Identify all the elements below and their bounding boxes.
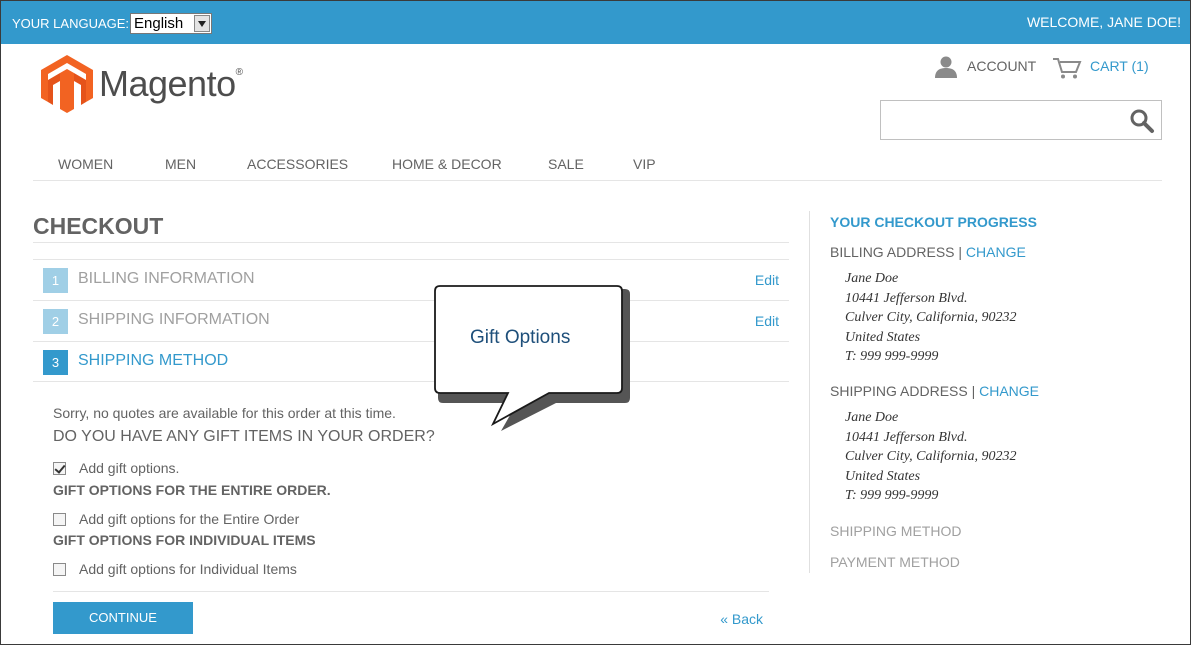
- account-link[interactable]: ACCOUNT: [934, 56, 1036, 80]
- individual-items-heading: GIFT OPTIONS FOR INDIVIDUAL ITEMS: [53, 532, 316, 548]
- language-label: YOUR LANGUAGE:: [12, 16, 130, 31]
- logo-wordmark: Magento: [99, 63, 236, 104]
- cart-icon: [1053, 58, 1082, 79]
- logo-text: Magento®: [99, 63, 243, 105]
- shipping-address-label: SHIPPING ADDRESS: [830, 383, 968, 399]
- address-line: Culver City, California, 90232: [845, 310, 1017, 326]
- step-title: SHIPPING INFORMATION: [78, 311, 270, 328]
- edit-billing-link[interactable]: Edit: [755, 272, 779, 288]
- entire-order-checkbox[interactable]: [53, 513, 66, 526]
- nav-item-vip[interactable]: VIP: [633, 156, 656, 172]
- address-line: United States: [845, 468, 921, 484]
- callout-text: Gift Options: [470, 327, 571, 348]
- page-title: CHECKOUT: [33, 213, 164, 239]
- welcome-message: WELCOME, JANE DOE!: [1026, 14, 1181, 30]
- nav-item-home-decor[interactable]: HOME & DECOR: [392, 156, 502, 172]
- address-line: T: 999 999-9999: [845, 488, 939, 504]
- logo[interactable]: Magento®: [41, 55, 251, 115]
- chevron-down-icon[interactable]: [194, 15, 210, 32]
- change-shipping-link[interactable]: CHANGE: [979, 383, 1039, 399]
- language-select-value: English: [134, 15, 184, 32]
- title-divider: [33, 242, 789, 243]
- magento-logo-icon: [41, 55, 93, 113]
- step-number: 2: [43, 309, 68, 334]
- user-icon: [935, 56, 957, 78]
- billing-address-heading: BILLING ADDRESS | CHANGE: [830, 244, 1026, 260]
- page-frame: YOUR LANGUAGE: English WELCOME, JANE DOE…: [0, 0, 1191, 645]
- buttons-divider: [53, 591, 769, 592]
- payment-method-progress: PAYMENT METHOD: [830, 554, 960, 570]
- nav-item-accessories[interactable]: ACCESSORIES: [247, 156, 348, 172]
- address-line: Culver City, California, 90232: [845, 449, 1017, 465]
- main-nav: WOMEN MEN ACCESSORIES HOME & DECOR SALE …: [33, 153, 1162, 181]
- callout-bubble-shape: [434, 285, 630, 431]
- individual-items-label[interactable]: Add gift options for Individual Items: [79, 561, 297, 577]
- step-title: SHIPPING METHOD: [78, 352, 229, 369]
- steps-divider: [33, 381, 789, 382]
- address-line: 10441 Jefferson Blvd.: [845, 429, 968, 445]
- entire-order-label[interactable]: Add gift options for the Entire Order: [79, 511, 299, 527]
- address-line: Jane Doe: [845, 271, 899, 286]
- change-billing-link[interactable]: CHANGE: [966, 244, 1026, 260]
- no-quotes-message: Sorry, no quotes are available for this …: [53, 405, 396, 421]
- add-gift-options-label[interactable]: Add gift options.: [79, 460, 179, 476]
- step-billing[interactable]: 1 BILLING INFORMATION Edit: [33, 259, 789, 299]
- language-select[interactable]: English: [130, 13, 212, 34]
- step-title: BILLING INFORMATION: [78, 270, 255, 287]
- separator: |: [954, 244, 966, 260]
- step-number: 1: [43, 268, 68, 293]
- step-shipping-method[interactable]: 3 SHIPPING METHOD: [33, 341, 789, 381]
- search-input[interactable]: [881, 101, 1121, 139]
- top-bar: YOUR LANGUAGE: English WELCOME, JANE DOE…: [1, 1, 1190, 44]
- checkout-progress-title: YOUR CHECKOUT PROGRESS: [830, 214, 1037, 230]
- separator: |: [967, 383, 980, 399]
- nav-item-men[interactable]: MEN: [165, 156, 196, 172]
- shipping-method-progress: SHIPPING METHOD: [830, 523, 962, 539]
- gift-question-heading: DO YOU HAVE ANY GIFT ITEMS IN YOUR ORDER…: [53, 428, 435, 445]
- cart-link[interactable]: CART (1): [1052, 56, 1149, 80]
- gift-options-callout: Gift Options: [431, 281, 631, 441]
- search-icon[interactable]: [1129, 108, 1155, 134]
- back-link[interactable]: « Back: [720, 611, 763, 627]
- continue-button[interactable]: CONTINUE: [53, 602, 193, 634]
- account-label: ACCOUNT: [967, 58, 1037, 74]
- step-number: 3: [43, 350, 68, 375]
- entire-order-heading: GIFT OPTIONS FOR THE ENTIRE ORDER.: [53, 482, 331, 498]
- shipping-address: Jane Doe 10441 Jefferson Blvd. Culver Ci…: [845, 408, 1017, 506]
- step-shipping[interactable]: 2 SHIPPING INFORMATION Edit: [33, 300, 789, 340]
- search-box: [880, 100, 1162, 140]
- sidebar-divider: [809, 211, 810, 573]
- logo-registered-mark: ®: [235, 67, 243, 78]
- edit-shipping-link[interactable]: Edit: [755, 313, 779, 329]
- nav-item-women[interactable]: WOMEN: [58, 156, 113, 172]
- billing-address-label: BILLING ADDRESS: [830, 244, 955, 260]
- nav-item-sale[interactable]: SALE: [548, 156, 584, 172]
- add-gift-options-checkbox[interactable]: [53, 462, 66, 475]
- individual-items-checkbox[interactable]: [53, 563, 66, 576]
- billing-address: Jane Doe 10441 Jefferson Blvd. Culver Ci…: [845, 269, 1017, 367]
- address-line: T: 999 999-9999: [845, 349, 939, 365]
- address-line: 10441 Jefferson Blvd.: [845, 290, 968, 306]
- shipping-address-heading: SHIPPING ADDRESS | CHANGE: [830, 383, 1039, 399]
- cart-label: CART (1): [1090, 58, 1149, 74]
- address-line: United States: [845, 329, 921, 345]
- address-line: Jane Doe: [845, 410, 899, 425]
